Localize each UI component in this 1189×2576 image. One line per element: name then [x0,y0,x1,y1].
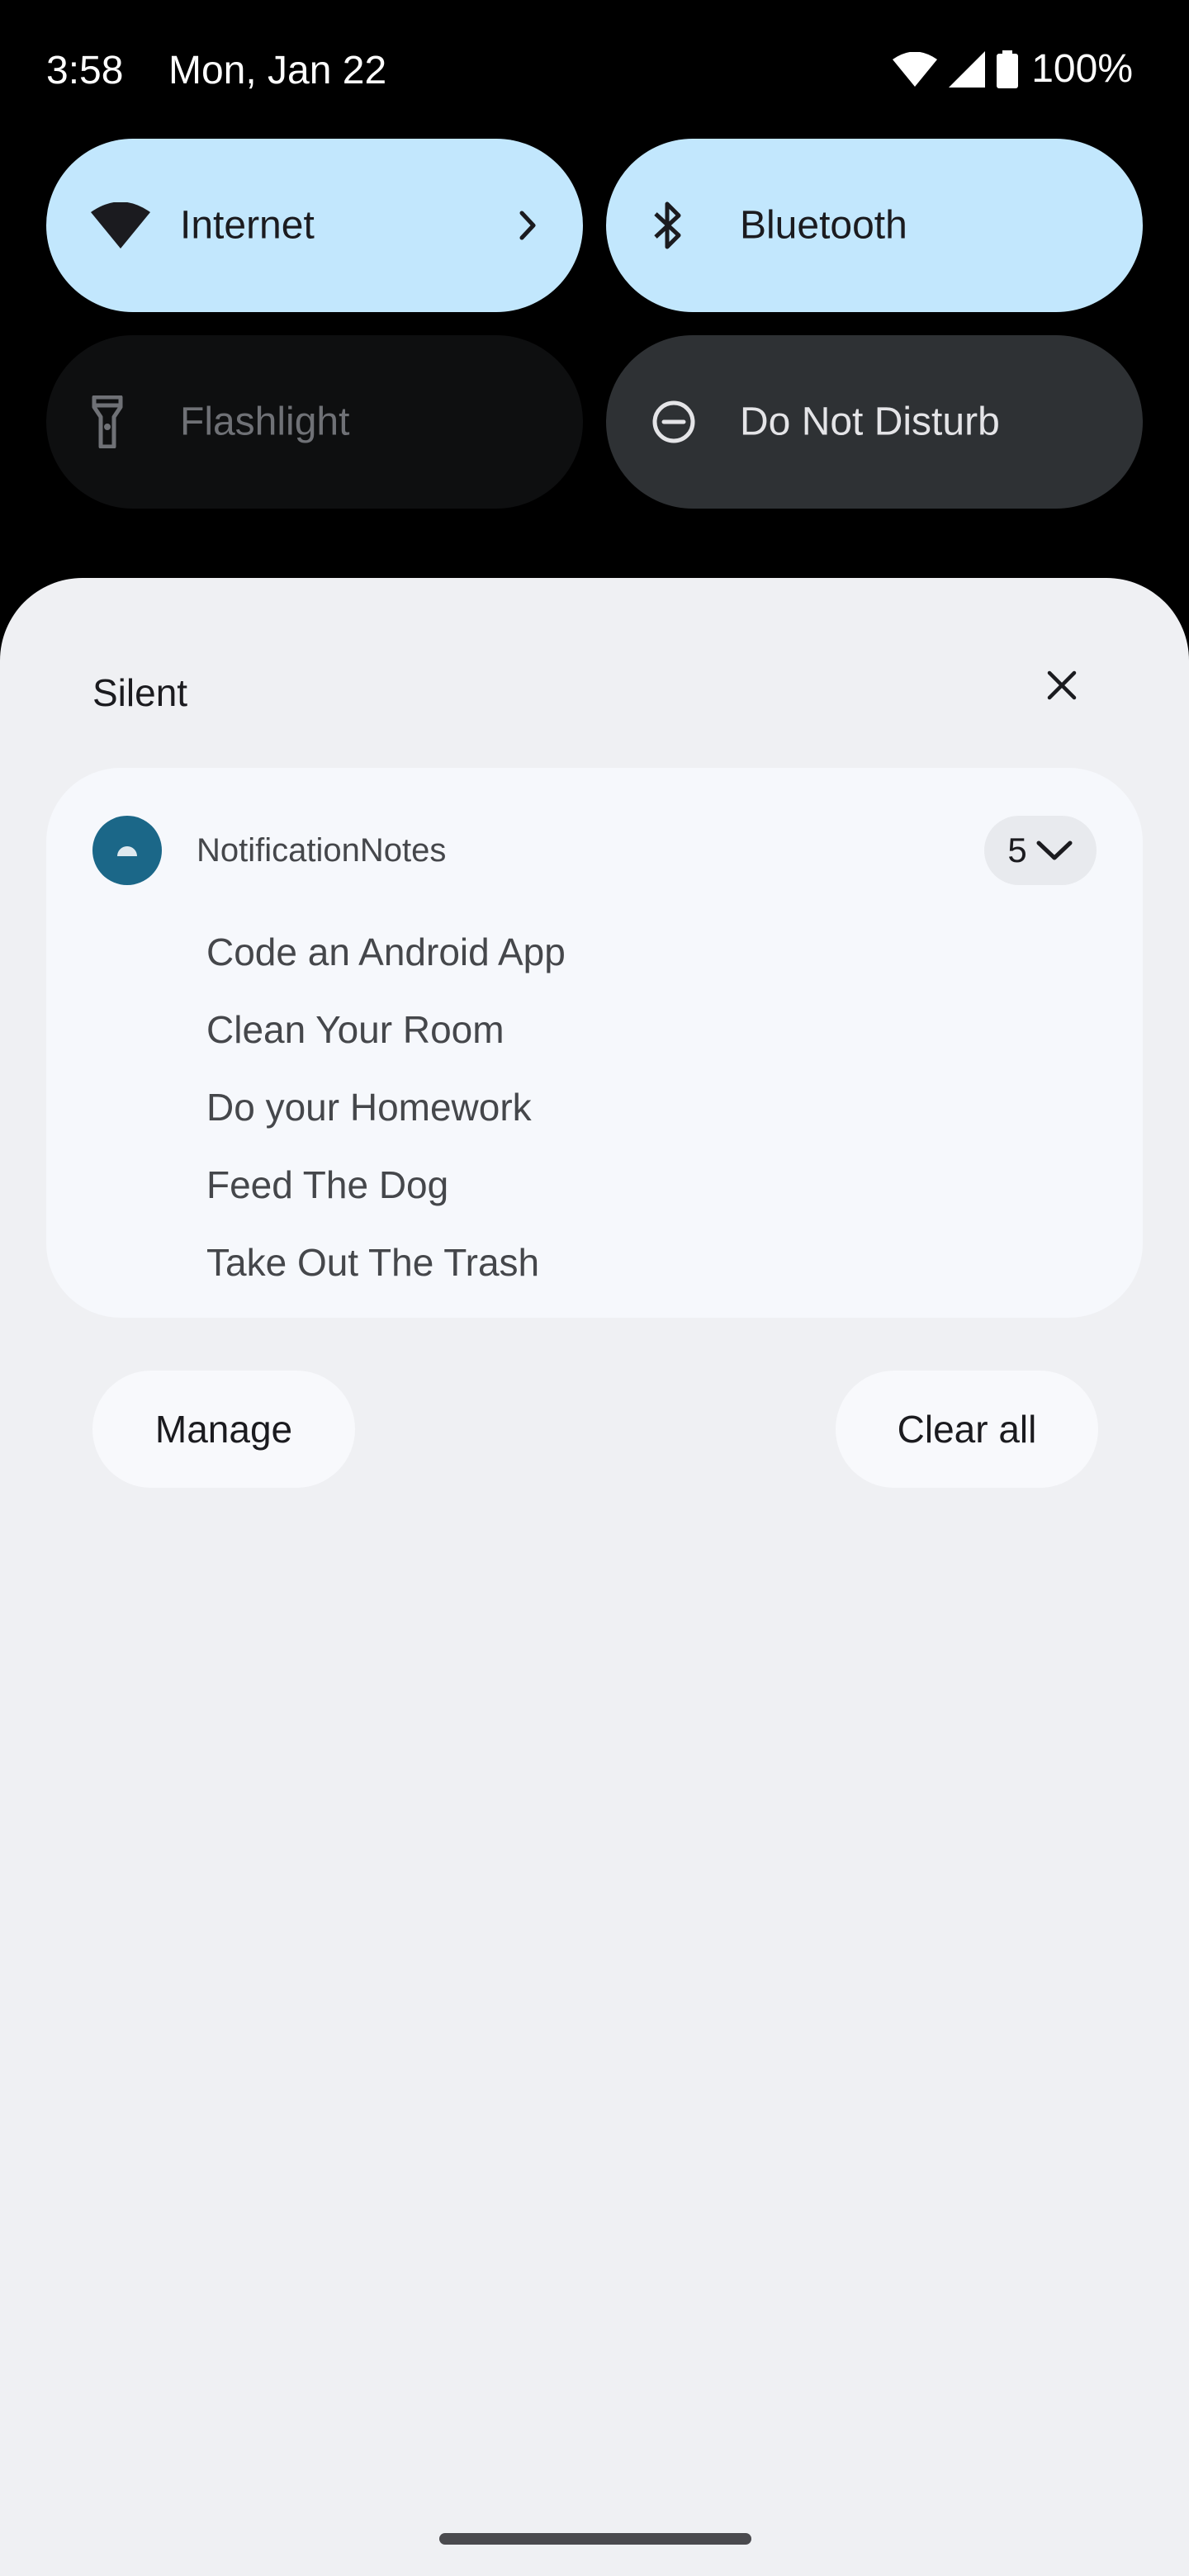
bluetooth-icon [651,199,687,252]
cell-signal-icon [949,50,986,88]
flashlight-icon [91,395,124,448]
notification-shade: Silent NotificationNotes 5 Code an Andro… [0,578,1189,2576]
tile-bluetooth[interactable]: Bluetooth [606,139,1143,312]
close-icon[interactable] [1037,661,1087,710]
battery-percentage: 100% [1031,47,1133,91]
notification-item[interactable]: Clean Your Room [206,991,566,1068]
manage-button[interactable]: Manage [92,1371,355,1488]
wifi-icon [91,202,150,249]
app-name: NotificationNotes [197,832,447,869]
wifi-icon [893,51,938,87]
battery-icon [997,50,1019,88]
chevron-down-icon [1035,831,1073,870]
chevron-right-icon[interactable] [519,210,538,241]
home-indicator[interactable] [439,2533,751,2545]
do-not-disturb-icon [651,399,697,445]
notification-count: 5 [1007,831,1027,869]
tile-label: Bluetooth [740,203,907,248]
clear-all-button[interactable]: Clear all [836,1371,1098,1488]
notification-item[interactable]: Code an Android App [206,913,566,991]
notification-list: Code an Android App Clean Your Room Do y… [206,913,566,1301]
tile-label: Internet [180,203,315,248]
status-bar: 3:58 Mon, Jan 22 100% [0,0,1189,140]
status-icons: 100% [893,46,1133,92]
expand-button[interactable]: 5 [984,816,1097,885]
notification-item[interactable]: Feed The Dog [206,1146,566,1224]
status-date: Mon, Jan 22 [168,49,387,92]
notification-group-card[interactable]: NotificationNotes 5 Code an Android App … [46,768,1143,1318]
notification-item[interactable]: Do your Homework [206,1068,566,1146]
status-time: 3:58 [46,49,124,92]
tile-internet[interactable]: Internet [46,139,583,312]
tile-label: Do Not Disturb [740,400,1000,444]
tile-flashlight[interactable]: Flashlight [46,335,583,509]
section-header-silent: Silent [92,671,188,714]
notification-item[interactable]: Take Out The Trash [206,1224,566,1301]
tile-label: Flashlight [180,400,350,444]
tile-do-not-disturb[interactable]: Do Not Disturb [606,335,1143,509]
app-icon [92,816,162,885]
